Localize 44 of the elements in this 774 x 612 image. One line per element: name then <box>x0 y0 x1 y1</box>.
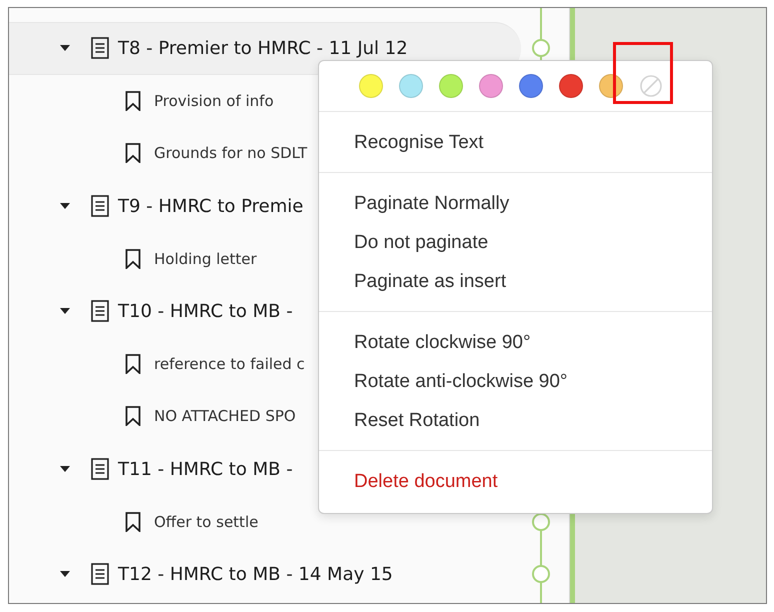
caret-icon[interactable] <box>60 203 70 210</box>
color-swatch[interactable] <box>519 74 543 98</box>
color-swatch[interactable] <box>439 74 463 98</box>
menu-item[interactable]: Paginate as insert <box>319 262 712 301</box>
caret-icon[interactable] <box>60 466 70 472</box>
menu-item[interactable]: Rotate anti-clockwise 90° <box>319 362 712 401</box>
bookmark-icon <box>125 354 141 374</box>
bookmark-title[interactable]: reference to failed c <box>154 354 305 373</box>
menu-item[interactable]: Do not paginate <box>319 223 712 262</box>
bookmark-title[interactable]: Holding letter <box>154 250 257 268</box>
bookmark-title[interactable]: Grounds for no SDLT <box>154 144 308 162</box>
bookmark-icon <box>125 248 141 269</box>
color-swatch[interactable] <box>399 74 423 98</box>
bookmark-title[interactable]: Offer to settle <box>154 512 258 531</box>
timeline-node <box>532 39 550 58</box>
color-swatch[interactable] <box>479 74 503 98</box>
document-icon <box>91 195 109 218</box>
document-icon <box>91 37 109 60</box>
no-color-icon[interactable] <box>639 74 663 98</box>
document-title[interactable]: T10 - HMRC to MB - <box>118 300 293 322</box>
bookmark-icon <box>125 143 141 164</box>
color-swatch[interactable] <box>559 74 583 98</box>
timeline-node <box>532 565 550 584</box>
color-swatch[interactable] <box>359 74 383 98</box>
menu-item[interactable]: Paginate Normally <box>319 184 712 223</box>
caret-icon[interactable] <box>60 308 70 314</box>
document-title[interactable]: T8 - Premier to HMRC - 11 Jul 12 <box>118 38 408 59</box>
bookmark-title[interactable]: Provision of info <box>154 92 274 110</box>
caret-icon[interactable] <box>60 571 70 578</box>
document-icon <box>91 300 109 322</box>
menu-item[interactable]: Rotate clockwise 90° <box>319 323 712 362</box>
document-title[interactable]: T12 - HMRC to MB - 14 May 15 <box>118 564 393 585</box>
menu-item[interactable]: Recognise Text <box>319 123 712 162</box>
bookmark-title[interactable]: NO ATTACHED SPO <box>154 407 296 426</box>
bookmark-icon <box>125 406 141 426</box>
document-title[interactable]: T9 - HMRC to Premie <box>118 196 304 217</box>
document-title[interactable]: T11 - HMRC to MB - <box>118 458 293 480</box>
menu-item[interactable]: Delete document <box>319 462 712 501</box>
caret-icon[interactable] <box>60 45 70 52</box>
bookmark-icon <box>125 90 141 111</box>
bookmark-icon <box>125 512 141 532</box>
document-icon <box>91 458 109 480</box>
menu-item[interactable]: Reset Rotation <box>319 401 712 440</box>
document-icon <box>91 563 109 586</box>
